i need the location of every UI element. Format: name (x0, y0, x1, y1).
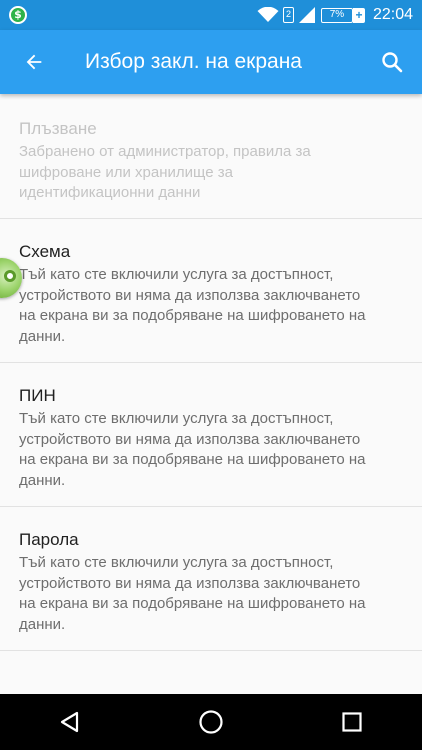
arrow-back-icon (26, 54, 42, 70)
sim-slot-badge: 2 (282, 7, 294, 23)
option-title: Парола (19, 530, 79, 549)
clock: 22:04 (372, 6, 413, 23)
option-pattern[interactable]: Схема Тъй като сте включили услуга за до… (0, 219, 422, 363)
wifi-icon (257, 7, 279, 23)
triangle-back-icon (61, 711, 79, 733)
option-summary: Тъй като сте включили услуга за достъпно… (19, 554, 366, 633)
option-title: Плъзване (19, 119, 97, 138)
page-title: Избор закл. на екрана (85, 50, 302, 73)
back-button[interactable] (12, 40, 56, 84)
signal-icon (298, 7, 315, 23)
charging-icon: + (352, 7, 365, 23)
nav-recents-button[interactable] (322, 700, 382, 744)
nav-back-button[interactable] (40, 700, 100, 744)
search-button[interactable] (370, 40, 414, 84)
option-title: ПИН (19, 386, 56, 405)
square-recents-icon (342, 712, 362, 732)
nav-home-button[interactable] (181, 700, 241, 744)
circle-home-icon (199, 710, 223, 734)
search-icon (382, 52, 403, 73)
option-password[interactable]: Парола Тъй като сте включили услуга за д… (0, 507, 422, 651)
option-summary: Тъй като сте включили услуга за достъпно… (19, 410, 366, 489)
option-swipe[interactable]: Плъзване Забранено от администратор, пра… (0, 94, 422, 219)
battery-icon: 7% + (320, 7, 365, 23)
status-bar: $ 2 7% + 22:04 (0, 0, 422, 30)
app-bar: Избор закл. на екрана (0, 30, 422, 94)
option-summary: Забранено от администратор, правила за ш… (19, 143, 311, 201)
navigation-bar (0, 694, 422, 750)
option-summary: Тъй като сте включили услуга за достъпно… (19, 266, 366, 345)
battery-level: 7% (320, 7, 353, 23)
app-notification-icon: $ (9, 6, 27, 24)
status-icons: 2 7% + 22:04 (257, 0, 422, 30)
option-pin[interactable]: ПИН Тъй като сте включили услуга за дост… (0, 363, 422, 507)
option-title: Схема (19, 242, 71, 261)
screen-lock-options-list: Плъзване Забранено от администратор, пра… (0, 94, 422, 651)
